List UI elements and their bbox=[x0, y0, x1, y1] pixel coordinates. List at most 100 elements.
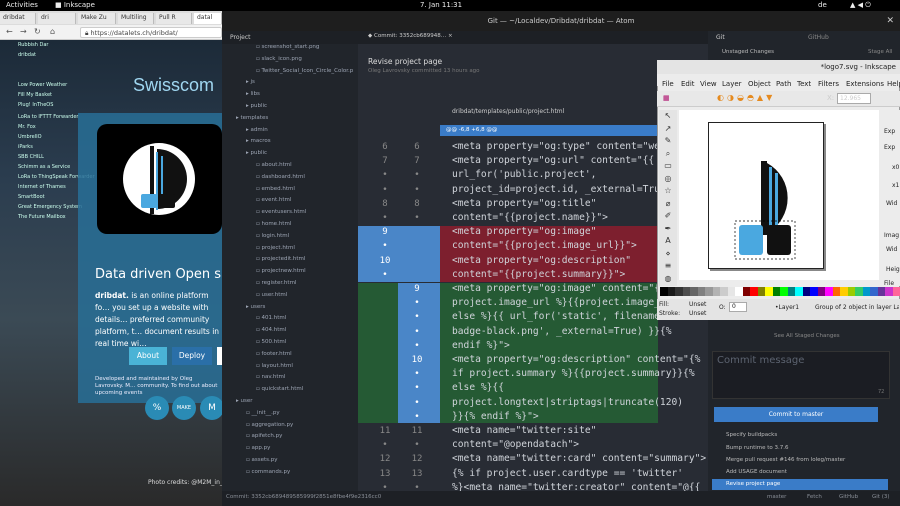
file-item[interactable]: ▫ eventusers.html bbox=[256, 209, 306, 215]
menu-view[interactable]: View bbox=[700, 80, 717, 88]
browser-tab-active[interactable]: datal bbox=[194, 13, 222, 24]
color-palette[interactable] bbox=[660, 287, 900, 296]
make-icon[interactable]: MAKE bbox=[172, 396, 196, 420]
menu-extensions[interactable]: Extensions bbox=[846, 80, 884, 88]
folder-item[interactable]: ▸ public bbox=[246, 103, 267, 109]
color-swatch[interactable] bbox=[892, 287, 900, 296]
color-swatch[interactable] bbox=[817, 287, 825, 296]
color-swatch[interactable] bbox=[697, 287, 705, 296]
list-item[interactable]: UmbrelIO bbox=[18, 134, 42, 140]
color-swatch[interactable] bbox=[795, 287, 803, 296]
project-tab[interactable]: Project bbox=[222, 31, 358, 44]
commit-message-input[interactable]: Commit message bbox=[712, 351, 890, 399]
layer-select[interactable]: •Layer1 bbox=[775, 304, 799, 311]
file-item[interactable]: ▫ apifetch.py bbox=[246, 433, 282, 439]
staged-link[interactable]: See All Staged Changes bbox=[774, 333, 840, 339]
clock[interactable]: 7. Jan 11:31 bbox=[420, 1, 462, 9]
menu-filters[interactable]: Filters bbox=[818, 80, 839, 88]
browser-tab[interactable]: Pull R bbox=[156, 13, 192, 24]
transform-icons[interactable]: ◐◑◒◓▲▼ bbox=[717, 93, 775, 102]
color-swatch[interactable] bbox=[840, 287, 848, 296]
color-swatch[interactable] bbox=[877, 287, 885, 296]
list-item[interactable]: Internet of Thames bbox=[18, 184, 66, 190]
file-item[interactable]: ▫ event.html bbox=[256, 197, 291, 203]
locale-indicator[interactable]: de bbox=[818, 1, 827, 9]
list-item[interactable]: Plug! InTheOS bbox=[18, 102, 53, 108]
github-tab[interactable]: GitHub bbox=[808, 34, 829, 41]
tool-icons[interactable]: ↖ ↗ ✎ ⌕ ▭ ◎ ☆ ⌀ ✐ ✒ A ⋄ ≡ ◍ bbox=[659, 110, 677, 285]
file-item[interactable]: ▫ Twitter_Social_Icon_Circle_Color.p bbox=[256, 68, 353, 74]
network-icon[interactable]: ▲ ◀ ⏻ bbox=[850, 1, 871, 10]
file-item[interactable]: ▫ dashboard.html bbox=[256, 174, 305, 180]
percent-icon[interactable]: % bbox=[145, 396, 169, 420]
folder-item[interactable]: ▸ user bbox=[236, 398, 253, 404]
fetch-button[interactable]: Fetch bbox=[807, 494, 822, 500]
color-swatch[interactable] bbox=[825, 287, 833, 296]
color-swatch[interactable] bbox=[780, 287, 788, 296]
folder-item[interactable]: ▸ users bbox=[246, 304, 265, 310]
color-swatch[interactable] bbox=[832, 287, 840, 296]
menu-path[interactable]: Path bbox=[776, 80, 791, 88]
fill-value[interactable]: Unset bbox=[689, 301, 706, 308]
stage-all-button[interactable]: Stage All bbox=[868, 49, 892, 55]
list-item[interactable]: Mr. Fox bbox=[18, 124, 36, 130]
color-swatch[interactable] bbox=[847, 287, 855, 296]
folder-item[interactable]: ▸ libs bbox=[246, 91, 260, 97]
file-item[interactable]: ▫ __init__.py bbox=[246, 410, 280, 416]
git-button[interactable]: Git (3) bbox=[872, 494, 890, 500]
color-swatch[interactable] bbox=[727, 287, 735, 296]
file-item[interactable]: ▫ quickstart.html bbox=[256, 386, 303, 392]
commit-log-item[interactable]: Merge pull request #146 from loleg/maste… bbox=[712, 455, 888, 466]
color-swatch[interactable] bbox=[675, 287, 683, 296]
commit-log-item[interactable]: Bump runtime to 3.7.6 bbox=[712, 443, 888, 454]
list-item[interactable]: dribdat bbox=[18, 52, 36, 58]
folder-item[interactable]: ▸ macros bbox=[246, 138, 271, 144]
menu-object[interactable]: Object bbox=[748, 80, 771, 88]
file-item[interactable]: ▫ embed.html bbox=[256, 186, 295, 192]
file-item[interactable]: ▫ 401.html bbox=[256, 315, 286, 321]
stroke-value[interactable]: Unset bbox=[689, 310, 706, 317]
color-swatch[interactable] bbox=[810, 287, 818, 296]
list-item[interactable]: Great Emergency System bbox=[18, 204, 82, 210]
file-item[interactable]: ▫ about.html bbox=[256, 162, 292, 168]
color-swatch[interactable] bbox=[802, 287, 810, 296]
home-icon[interactable]: ⌂ bbox=[50, 27, 55, 36]
color-swatch[interactable] bbox=[705, 287, 713, 296]
file-item[interactable]: ▫ login.html bbox=[256, 233, 289, 239]
file-item[interactable]: ▫ slack_icon.png bbox=[256, 56, 302, 62]
list-item[interactable]: LoRa to IFTTT Forwarder bbox=[18, 114, 78, 120]
branch-indicator[interactable]: master bbox=[767, 494, 786, 500]
file-item[interactable]: ▫ register.html bbox=[256, 280, 296, 286]
file-item[interactable]: ▫ 500.html bbox=[256, 339, 286, 345]
list-item[interactable]: SBB CHILL bbox=[18, 154, 44, 160]
commit-button[interactable]: Commit to master bbox=[714, 407, 878, 422]
file-item[interactable]: ▫ user.html bbox=[256, 292, 287, 298]
folder-item[interactable]: ▸ templates bbox=[236, 115, 268, 121]
file-item[interactable]: ▫ projectedit.html bbox=[256, 256, 305, 262]
file-item[interactable]: ▫ commands.py bbox=[246, 469, 290, 475]
reload-icon[interactable]: ↻ bbox=[34, 27, 41, 36]
color-swatch[interactable] bbox=[772, 287, 780, 296]
color-swatch[interactable] bbox=[765, 287, 773, 296]
color-swatch[interactable] bbox=[690, 287, 698, 296]
editor-tab[interactable]: ◆ Commit: 3352cb689948… × bbox=[368, 33, 453, 39]
x-input[interactable]: 12.965 bbox=[837, 93, 871, 104]
file-item[interactable]: ▫ app.py bbox=[246, 445, 270, 451]
list-item[interactable]: Rubbish Dar bbox=[18, 42, 49, 48]
file-item[interactable]: ▫ home.html bbox=[256, 221, 291, 227]
color-swatch[interactable] bbox=[660, 287, 668, 296]
m-icon[interactable]: M bbox=[200, 396, 224, 420]
commit-log-item[interactable]: Add USAGE document bbox=[712, 467, 888, 478]
file-item[interactable]: ▫ layout.html bbox=[256, 363, 293, 369]
deploy-button[interactable]: Deploy bbox=[172, 347, 212, 365]
color-swatch[interactable] bbox=[870, 287, 878, 296]
about-button[interactable]: About bbox=[129, 347, 167, 365]
activities-button[interactable]: Activities bbox=[6, 1, 38, 9]
forward-icon[interactable]: → bbox=[20, 27, 27, 36]
list-item[interactable]: Schimm as a Service bbox=[18, 164, 70, 170]
color-swatch[interactable] bbox=[682, 287, 690, 296]
git-tab[interactable]: Git bbox=[716, 34, 725, 41]
color-swatch[interactable] bbox=[742, 287, 750, 296]
menu-file[interactable]: File bbox=[662, 80, 674, 88]
list-item[interactable]: Fill My Basket bbox=[18, 92, 52, 98]
